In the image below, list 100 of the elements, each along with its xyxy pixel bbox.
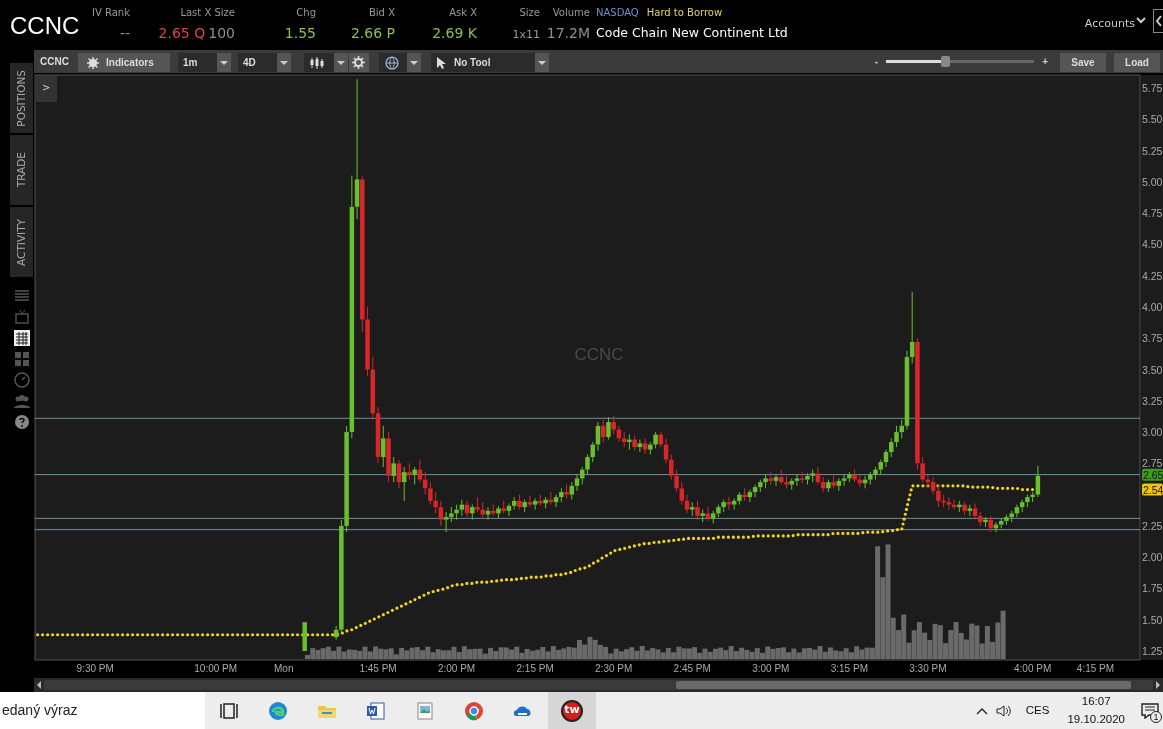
side-tab[interactable]: TRADE (10, 135, 33, 207)
speaker-icon[interactable] (995, 703, 1012, 718)
price-tick-label: 5.50 (1142, 113, 1163, 126)
chevron-down-icon[interactable] (1135, 16, 1147, 26)
taskbar-app[interactable]: tw (548, 692, 596, 729)
candlestick (632, 435, 637, 452)
candlestick (438, 500, 444, 527)
load-button[interactable]: Load (1114, 53, 1160, 72)
candlestick (983, 516, 988, 528)
document-icon[interactable] (366, 700, 386, 721)
price-tick-label: 4.25 (1142, 269, 1163, 282)
candlestick (1030, 491, 1035, 503)
time-tick-label: 2:15 PM (516, 663, 554, 674)
candlestick-icon (309, 56, 325, 69)
toolbar-symbol: CCNC (39, 55, 70, 69)
chart-grid-icon[interactable] (13, 329, 31, 347)
candlestick (773, 474, 779, 487)
slider-thumb[interactable] (941, 56, 951, 67)
candlestick (794, 474, 800, 487)
candlestick (433, 491, 438, 514)
candlestick (485, 506, 491, 521)
globe-dropdown[interactable] (379, 53, 421, 72)
scroll-right-icon[interactable] (1153, 680, 1163, 690)
save-button[interactable]: Save (1060, 53, 1106, 72)
time-tick-label: 2:30 PM (595, 663, 633, 674)
candlestick (978, 511, 983, 527)
help-icon[interactable] (13, 413, 31, 431)
field-label: Bid X (368, 6, 395, 20)
chart-settings-button[interactable] (349, 53, 369, 72)
range-dropdown[interactable]: 4D (238, 53, 291, 72)
gear-icon (86, 56, 100, 69)
price-tick-label: 1.25 (1142, 645, 1163, 657)
chart-type-dropdown[interactable] (304, 53, 348, 72)
candlestick (621, 431, 627, 448)
field-label: Chg (295, 6, 316, 20)
people-icon[interactable] (13, 392, 31, 410)
zoom-in-label[interactable]: + (1042, 54, 1048, 69)
language-indicator[interactable]: CES (1025, 701, 1050, 720)
price-tick-label: 3.50 (1142, 363, 1163, 376)
candlestick (637, 439, 643, 453)
indicators-button[interactable]: Indicators (78, 53, 170, 72)
candlestick (957, 500, 962, 513)
candlestick (674, 469, 679, 493)
zoom-out-label[interactable]: - (874, 54, 879, 69)
candlestick (412, 466, 417, 486)
horizontal-scrollbar[interactable] (44, 680, 1153, 690)
field-value: 2.69 K (432, 25, 477, 41)
notification-button[interactable]: 1 (1141, 701, 1159, 720)
clock[interactable]: 16:07 19.10.2020 (1067, 693, 1125, 728)
candlestick (532, 497, 538, 511)
price-tick-label: 4.75 (1142, 207, 1163, 220)
price-tick-label: 5.00 (1142, 175, 1163, 188)
interval-dropdown[interactable]: 1m (178, 53, 231, 72)
expand-button[interactable]: > (35, 76, 57, 102)
clock-date: 19.10.2020 (1067, 711, 1125, 727)
round-browser-icon[interactable] (464, 700, 484, 721)
field-label: Ask X (448, 6, 477, 20)
accounts-menu[interactable]: Accounts (1084, 16, 1135, 33)
time-tick-label: 1:45 PM (359, 663, 397, 674)
candlestick (354, 78, 360, 220)
time-tick-label: 9:30 PM (76, 663, 114, 674)
price-tick-label: 3.00 (1142, 426, 1163, 439)
swirl-icon[interactable] (268, 700, 288, 721)
field-label: Size (518, 6, 540, 20)
price-tick-label: 5.25 (1142, 144, 1163, 157)
candlestick (595, 421, 601, 452)
drawing-tool-dropdown[interactable]: No Tool (431, 53, 549, 72)
candlestick (894, 425, 899, 448)
price-tick-label: 3.75 (1142, 332, 1163, 345)
scrollbar-thumb[interactable] (676, 681, 1131, 689)
time-tick-label: 10:00 PM (194, 663, 238, 674)
price-badge-label: 2.54 (1143, 483, 1163, 496)
collapse-icon[interactable] (1153, 9, 1163, 33)
candlestick (538, 494, 543, 507)
side-tab[interactable]: POSITIONS (10, 63, 33, 135)
candlestick (606, 416, 611, 441)
image-icon[interactable] (415, 700, 435, 721)
field-label: Last X Size (179, 6, 235, 20)
candlestick (648, 441, 653, 456)
side-tab[interactable]: ACTIVITY (10, 207, 33, 279)
globe-icon (384, 55, 400, 70)
time-tick-label: 4:00 PM (1014, 663, 1052, 674)
field-value: 2.66 P (350, 25, 395, 41)
app-logo[interactable]: tw (561, 699, 583, 722)
candlestick (517, 494, 522, 511)
candlestick (449, 506, 454, 523)
time-tick-label: 4:15 PM (1076, 663, 1115, 674)
candlestick (695, 500, 700, 521)
candlestick (873, 466, 878, 481)
chevron-up-icon[interactable] (975, 706, 988, 715)
candlestick (946, 496, 952, 511)
candlestick (527, 495, 533, 508)
task-view-icon[interactable] (219, 700, 239, 721)
candlestick (365, 306, 370, 377)
candlestick (396, 459, 402, 489)
candlestick (391, 456, 396, 483)
field-value: 1.55 (284, 25, 316, 41)
candlestick (962, 501, 967, 516)
gauge-icon[interactable] (13, 371, 31, 389)
candlestick (815, 466, 821, 486)
